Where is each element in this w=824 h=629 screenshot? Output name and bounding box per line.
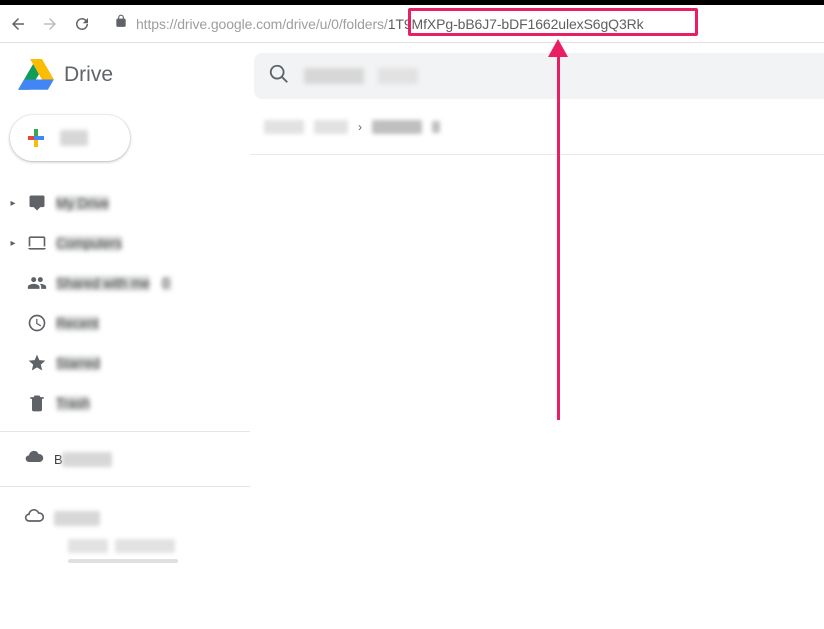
annotation-arrow-line (557, 54, 560, 420)
cloud-solid-icon (24, 447, 44, 472)
browser-toolbar: https://drive.google.com/drive/u/0/folde… (0, 5, 824, 43)
storage-label: Storage (54, 511, 100, 526)
sidebar-item-label: Starred (56, 356, 100, 371)
search-bar[interactable] (254, 53, 824, 99)
sidebar-item-shared[interactable]: Shared with me 0 (0, 263, 250, 303)
sidebar-item-starred[interactable]: Starred (0, 343, 250, 383)
sidebar-item-backups[interactable]: BBackups (0, 440, 250, 478)
sidebar-item-label: Recent (56, 316, 99, 331)
search-placeholder (378, 68, 418, 84)
drive-logo-icon (18, 59, 54, 91)
sidebar-item-label: My Drive (56, 196, 109, 211)
plus-icon (24, 126, 48, 150)
sidebar-item-label: Trash (56, 396, 90, 411)
sidebar-item-mydrive[interactable]: ▸ My Drive (0, 183, 250, 223)
expand-icon[interactable]: ▸ (8, 238, 18, 249)
sidebar-item-recent[interactable]: Recent (0, 303, 250, 343)
back-button[interactable] (8, 14, 28, 34)
breadcrumb-part[interactable]: My Drive (264, 120, 304, 134)
expand-icon[interactable]: ▸ (8, 198, 18, 209)
new-button-label: New (60, 130, 88, 146)
sidebar-item-trash[interactable]: Trash (0, 383, 250, 423)
search-placeholder (304, 68, 364, 84)
cloud-outline-icon (24, 506, 44, 531)
sidebar-item-computers[interactable]: ▸ Computers (0, 223, 250, 263)
sidebar-item-label: Computers (56, 236, 122, 251)
brand-name: Drive (64, 63, 113, 87)
computers-icon (24, 233, 50, 253)
search-icon (268, 63, 290, 90)
forward-button[interactable] (40, 14, 60, 34)
new-button[interactable]: New (10, 115, 130, 161)
trash-icon (24, 393, 50, 413)
storage-section: Storage 0000 000000 (0, 495, 250, 563)
mydrive-icon (24, 193, 50, 213)
storage-usage-text: 0000 000000 (24, 539, 250, 553)
main-area: My Drive Folder › Subfolder (250, 43, 824, 629)
star-icon (24, 353, 50, 373)
url-text: https://drive.google.com/drive/u/0/folde… (136, 16, 644, 32)
lock-icon (114, 14, 128, 33)
backups-label: BBackups (54, 452, 112, 467)
badge: 0 (162, 276, 172, 291)
sidebar-item-label: Shared with me (56, 276, 150, 291)
divider (0, 486, 250, 487)
reload-button[interactable] (72, 14, 92, 34)
breadcrumb-part[interactable]: Folder (314, 120, 348, 134)
clock-icon (24, 313, 50, 333)
sidebar-item-storage[interactable]: Storage (24, 499, 250, 537)
shared-icon (24, 273, 50, 293)
brand[interactable]: Drive (0, 53, 250, 109)
breadcrumb-part[interactable]: Subfolder (372, 120, 422, 134)
address-bar[interactable]: https://drive.google.com/drive/u/0/folde… (104, 10, 816, 38)
breadcrumb: My Drive Folder › Subfolder (250, 99, 824, 155)
divider (0, 431, 250, 432)
chevron-down-icon[interactable] (432, 121, 440, 133)
chevron-right-icon: › (358, 120, 362, 134)
sidebar: Drive New ▸ My Drive ▸ Computers (0, 43, 250, 629)
storage-bar (68, 559, 178, 563)
nav-list: ▸ My Drive ▸ Computers Shared with me 0 (0, 183, 250, 423)
